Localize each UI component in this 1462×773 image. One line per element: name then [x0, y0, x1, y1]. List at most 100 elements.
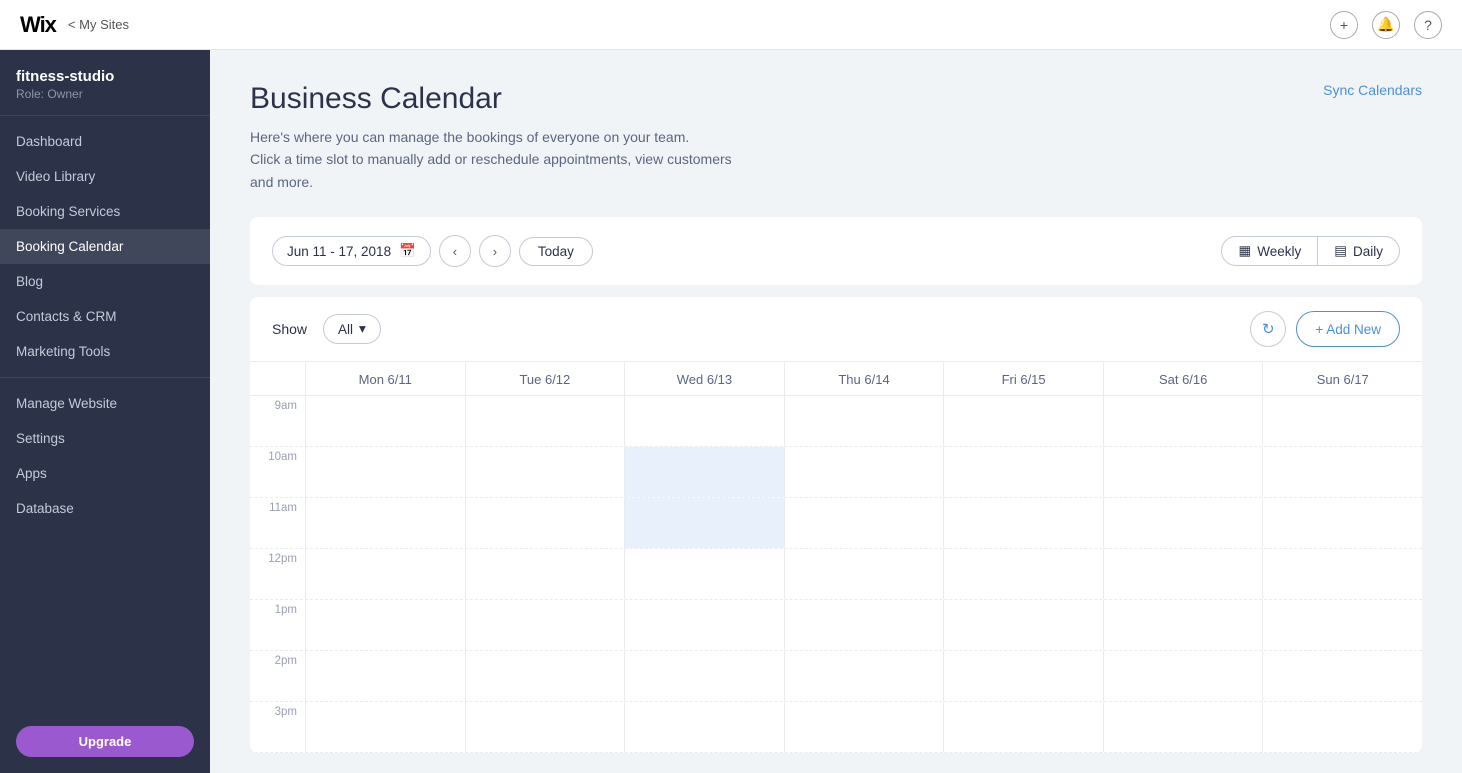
- cell-mon-2pm[interactable]: [305, 651, 465, 701]
- calendar-grid: Mon 6/11 Tue 6/12 Wed 6/13 Thu 6/14 Fri …: [250, 362, 1422, 753]
- cell-sat-2pm[interactable]: [1103, 651, 1263, 701]
- cell-fri-2pm[interactable]: [943, 651, 1103, 701]
- cell-tue-9am[interactable]: [465, 396, 625, 446]
- sidebar-item-manage-website[interactable]: Manage Website: [0, 386, 210, 421]
- cell-fri-11am[interactable]: [943, 498, 1103, 548]
- cell-wed-1pm[interactable]: [624, 600, 784, 650]
- topbar: Wix < My Sites + 🔔 ?: [0, 0, 1462, 50]
- time-row-2pm: 2pm: [250, 651, 1422, 702]
- cell-sat-11am[interactable]: [1103, 498, 1263, 548]
- cell-tue-3pm[interactable]: [465, 702, 625, 752]
- sidebar-role: Role: Owner: [16, 87, 194, 101]
- prev-week-button[interactable]: ‹: [439, 235, 471, 267]
- cell-wed-9am[interactable]: [624, 396, 784, 446]
- sidebar-item-blog[interactable]: Blog: [0, 264, 210, 299]
- cell-sat-12pm[interactable]: [1103, 549, 1263, 599]
- cell-wed-12pm[interactable]: [624, 549, 784, 599]
- view-toggle: ▦ Weekly ▤ Daily: [1221, 236, 1400, 266]
- sidebar-item-apps[interactable]: Apps: [0, 456, 210, 491]
- cell-wed-11am[interactable]: [624, 498, 784, 548]
- cell-wed-3pm[interactable]: [624, 702, 784, 752]
- time-row-3pm: 3pm: [250, 702, 1422, 753]
- show-label: Show: [272, 321, 307, 337]
- main-layout: fitness-studio Role: Owner Dashboard Vid…: [0, 50, 1462, 773]
- cell-mon-3pm[interactable]: [305, 702, 465, 752]
- cell-mon-9am[interactable]: [305, 396, 465, 446]
- plus-icon[interactable]: +: [1330, 11, 1358, 39]
- weekly-view-button[interactable]: ▦ Weekly: [1221, 236, 1318, 266]
- cell-sat-3pm[interactable]: [1103, 702, 1263, 752]
- cell-fri-1pm[interactable]: [943, 600, 1103, 650]
- day-header-thu: Thu 6/14: [784, 362, 944, 395]
- day-header-sun: Sun 6/17: [1262, 362, 1422, 395]
- cell-sun-10am[interactable]: [1262, 447, 1422, 497]
- date-range-picker[interactable]: Jun 11 - 17, 2018 📅: [272, 236, 431, 266]
- cell-tue-12pm[interactable]: [465, 549, 625, 599]
- sidebar: fitness-studio Role: Owner Dashboard Vid…: [0, 50, 210, 773]
- cell-thu-2pm[interactable]: [784, 651, 944, 701]
- cell-mon-10am[interactable]: [305, 447, 465, 497]
- day-header-fri: Fri 6/15: [943, 362, 1103, 395]
- cell-fri-10am[interactable]: [943, 447, 1103, 497]
- sidebar-item-contacts-crm[interactable]: Contacts & CRM: [0, 299, 210, 334]
- cell-sun-2pm[interactable]: [1262, 651, 1422, 701]
- sidebar-item-booking-services[interactable]: Booking Services: [0, 194, 210, 229]
- cell-mon-1pm[interactable]: [305, 600, 465, 650]
- cell-thu-12pm[interactable]: [784, 549, 944, 599]
- day-header-wed: Wed 6/13: [624, 362, 784, 395]
- add-new-button[interactable]: + Add New: [1296, 311, 1400, 347]
- cell-sat-10am[interactable]: [1103, 447, 1263, 497]
- sync-calendars-link[interactable]: Sync Calendars: [1323, 82, 1422, 98]
- cell-sun-11am[interactable]: [1262, 498, 1422, 548]
- cell-mon-11am[interactable]: [305, 498, 465, 548]
- time-label-3pm: 3pm: [250, 702, 305, 752]
- cell-sat-1pm[interactable]: [1103, 600, 1263, 650]
- refresh-button[interactable]: ↻: [1250, 311, 1286, 347]
- calendar-grid-card: Show All ▾ ↻ + Add New Mon 6/11 Tue 6/12: [250, 297, 1422, 753]
- my-sites-link[interactable]: < My Sites: [68, 17, 129, 32]
- cell-fri-12pm[interactable]: [943, 549, 1103, 599]
- cell-sun-9am[interactable]: [1262, 396, 1422, 446]
- sidebar-item-marketing-tools[interactable]: Marketing Tools: [0, 334, 210, 369]
- action-buttons: ↻ + Add New: [1250, 311, 1400, 347]
- sidebar-item-settings[interactable]: Settings: [0, 421, 210, 456]
- next-week-button[interactable]: ›: [479, 235, 511, 267]
- cell-thu-3pm[interactable]: [784, 702, 944, 752]
- today-button[interactable]: Today: [519, 237, 593, 266]
- show-filter: Show All ▾: [272, 314, 381, 344]
- cell-fri-3pm[interactable]: [943, 702, 1103, 752]
- cell-thu-10am[interactable]: [784, 447, 944, 497]
- cell-thu-1pm[interactable]: [784, 600, 944, 650]
- daily-icon: ▤: [1334, 243, 1347, 259]
- cell-thu-11am[interactable]: [784, 498, 944, 548]
- sidebar-nav: Dashboard Video Library Booking Services…: [0, 116, 210, 710]
- cell-tue-1pm[interactable]: [465, 600, 625, 650]
- cell-tue-10am[interactable]: [465, 447, 625, 497]
- cell-thu-9am[interactable]: [784, 396, 944, 446]
- cell-sun-12pm[interactable]: [1262, 549, 1422, 599]
- wix-logo: Wix: [20, 12, 56, 38]
- cell-wed-10am[interactable]: [624, 447, 784, 497]
- cell-wed-2pm[interactable]: [624, 651, 784, 701]
- cell-fri-9am[interactable]: [943, 396, 1103, 446]
- cell-tue-2pm[interactable]: [465, 651, 625, 701]
- sidebar-item-booking-calendar[interactable]: Booking Calendar: [0, 229, 210, 264]
- upgrade-button[interactable]: Upgrade: [16, 726, 194, 757]
- sidebar-item-database[interactable]: Database: [0, 491, 210, 526]
- cell-sat-9am[interactable]: [1103, 396, 1263, 446]
- bell-icon[interactable]: 🔔: [1372, 11, 1400, 39]
- filter-select[interactable]: All ▾: [323, 314, 381, 344]
- sidebar-item-video-library[interactable]: Video Library: [0, 159, 210, 194]
- filter-value: All: [338, 322, 353, 337]
- cell-tue-11am[interactable]: [465, 498, 625, 548]
- weekly-icon: ▦: [1238, 243, 1251, 259]
- cell-mon-12pm[interactable]: [305, 549, 465, 599]
- cell-sun-1pm[interactable]: [1262, 600, 1422, 650]
- day-header-sat: Sat 6/16: [1103, 362, 1263, 395]
- chevron-down-icon: ▾: [359, 321, 366, 337]
- daily-view-button[interactable]: ▤ Daily: [1318, 236, 1400, 266]
- time-label-2pm: 2pm: [250, 651, 305, 701]
- question-icon[interactable]: ?: [1414, 11, 1442, 39]
- sidebar-item-dashboard[interactable]: Dashboard: [0, 124, 210, 159]
- cell-sun-3pm[interactable]: [1262, 702, 1422, 752]
